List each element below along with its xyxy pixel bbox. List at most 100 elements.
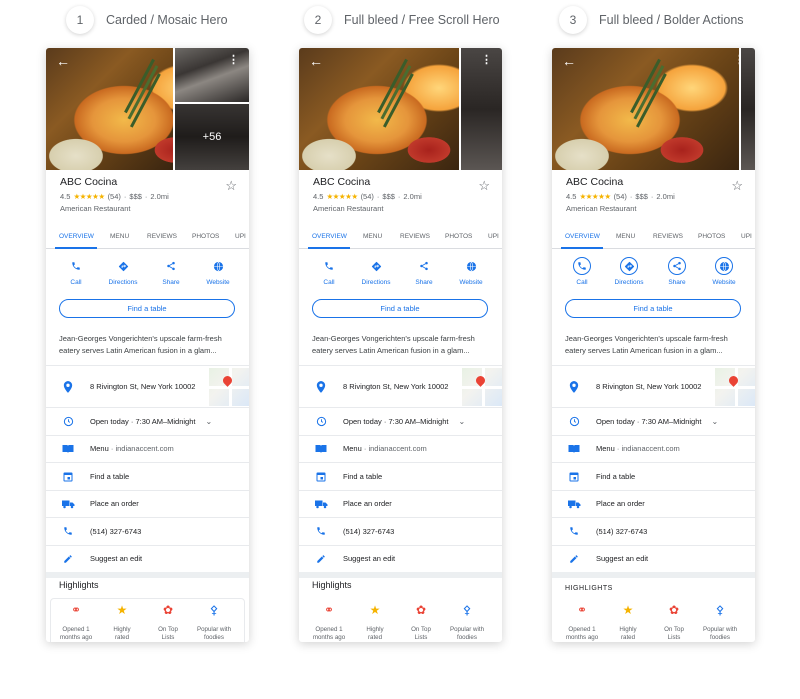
find-table-button[interactable]: Find a table	[312, 299, 488, 318]
tab-menu[interactable]: MENU	[616, 233, 635, 240]
tab-photos[interactable]: PHOTOS	[192, 233, 219, 240]
chevron-down-icon[interactable]: ⌄	[458, 417, 465, 426]
hero-photo[interactable]: ← ⋮	[552, 48, 755, 170]
find-table-button[interactable]: Find a table	[59, 299, 235, 318]
menu-row[interactable]: Menu · indianaccent.com	[46, 434, 249, 463]
phone-row[interactable]: (514) 327-6743	[299, 517, 502, 545]
chevron-down-icon[interactable]: ⌄	[205, 417, 212, 426]
find-table-row[interactable]: Find a table	[46, 462, 249, 490]
address-row[interactable]: 8 Rivington St, New York 10002	[46, 365, 249, 407]
tab-menu[interactable]: MENU	[363, 233, 382, 240]
highlight-item[interactable]: ★ Highly rated	[99, 604, 145, 642]
tab-overview[interactable]: OVERVIEW	[565, 233, 600, 240]
find-table-button[interactable]: Find a table	[565, 299, 741, 318]
main-food-photo[interactable]	[552, 48, 739, 170]
review-count[interactable]: (54)	[614, 192, 627, 201]
action-share[interactable]: Share	[657, 257, 697, 286]
map-thumbnail[interactable]	[715, 368, 755, 406]
suggest-edit-row[interactable]: Suggest an edit	[299, 544, 502, 573]
highlight-item[interactable]: ⚭ Opened 1 months ago	[53, 604, 99, 642]
action-directions[interactable]: Directions	[103, 257, 143, 286]
more-options-icon[interactable]: ⋮	[228, 54, 239, 66]
find-table-row[interactable]: Find a table	[552, 462, 755, 490]
review-count[interactable]: (54)	[361, 192, 374, 201]
highlight-item[interactable]: ⚴ Popular with foodies	[444, 604, 490, 642]
tab-upi[interactable]: UPI	[741, 233, 752, 240]
tab-reviews[interactable]: REVIEWS	[653, 233, 683, 240]
save-star-icon[interactable]: ☆	[731, 178, 743, 194]
more-photos-count[interactable]: +56	[175, 104, 249, 170]
find-table-row[interactable]: Find a table	[299, 462, 502, 490]
place-description[interactable]: Jean-Georges Vongerichten's upscale farm…	[59, 333, 239, 357]
highlight-item[interactable]: ✿ On Top Lists	[145, 603, 191, 642]
tab-upi[interactable]: UPI	[235, 233, 246, 240]
award-ribbon-icon: ✿	[162, 603, 174, 617]
action-website[interactable]: Website	[198, 257, 238, 286]
highlight-item[interactable]: ⚴ Popular with foodies	[191, 604, 237, 642]
back-arrow-icon[interactable]: ←	[56, 54, 70, 68]
suggest-edit-row[interactable]: Suggest an edit	[552, 544, 755, 573]
highlight-item[interactable]: ⚭ Opened 1 months ago	[306, 604, 352, 642]
menu-row[interactable]: Menu · indianaccent.com	[552, 434, 755, 463]
action-website[interactable]: Website	[704, 257, 744, 286]
place-description[interactable]: Jean-Georges Vongerichten's upscale farm…	[312, 333, 492, 357]
action-call[interactable]: Call	[56, 257, 96, 286]
next-photo-peek[interactable]	[741, 48, 755, 170]
review-count[interactable]: (54)	[108, 192, 121, 201]
place-description[interactable]: Jean-Georges Vongerichten's upscale farm…	[565, 333, 745, 357]
menu-row[interactable]: Menu · indianaccent.com	[299, 434, 502, 463]
next-photo-peek[interactable]	[461, 48, 502, 170]
phone-screen: ← ⋮ ABC Cocina 4.5 ★★★★★ (54) · $$$ · 2.0mi Americ…	[552, 48, 755, 642]
address-row[interactable]: 8 Rivington St, New York 10002	[299, 365, 502, 407]
tab-overview[interactable]: OVERVIEW	[312, 233, 347, 240]
more-options-icon[interactable]: ⋮	[734, 54, 745, 66]
hours-row[interactable]: Open today · 7:30 AM–Midnight ⌄	[552, 407, 755, 435]
order-row[interactable]: Place an order	[299, 489, 502, 518]
design-comparison-board: 1 Carded / Mosaic Hero +56 ← ⋮ ABC Cocina 4.5 ★…	[0, 0, 800, 699]
hours-row[interactable]: Open today · 7:30 AM–Midnight ⌄	[46, 407, 249, 435]
highlight-item[interactable]: ✿ On Top Lists	[398, 604, 444, 642]
highlight-item[interactable]: ⚴ Popular with foodies	[697, 604, 743, 642]
menu-url[interactable]: indianaccent.com	[621, 444, 679, 453]
highlight-item[interactable]: ⚭ Opened 1 months ago	[559, 604, 605, 642]
hero-photo[interactable]: +56 ← ⋮	[46, 48, 249, 170]
action-share[interactable]: Share	[404, 257, 444, 286]
menu-url[interactable]: indianaccent.com	[115, 444, 173, 453]
save-star-icon[interactable]: ☆	[478, 178, 490, 194]
back-arrow-icon[interactable]: ←	[562, 54, 576, 68]
map-thumbnail[interactable]	[462, 368, 502, 406]
menu-url[interactable]: indianaccent.com	[368, 444, 426, 453]
back-arrow-icon[interactable]: ←	[309, 54, 323, 68]
phone-row[interactable]: (514) 327-6743	[552, 517, 755, 545]
action-website[interactable]: Website	[451, 257, 491, 286]
order-row[interactable]: Place an order	[46, 489, 249, 518]
highlight-item[interactable]: ✿ On Top Lists	[651, 604, 697, 642]
tab-photos[interactable]: PHOTOS	[445, 233, 472, 240]
mosaic-photo-bottom[interactable]: +56	[175, 104, 249, 170]
action-call[interactable]: Call	[309, 257, 349, 286]
tab-upi[interactable]: UPI	[488, 233, 499, 240]
highlight-item[interactable]: ★ Highly rated	[352, 604, 398, 642]
action-call[interactable]: Call	[562, 257, 602, 286]
globe-icon	[715, 257, 733, 275]
phone-row[interactable]: (514) 327-6743	[46, 517, 249, 545]
highlight-item[interactable]: ★ Highly rated	[605, 604, 651, 642]
suggest-edit-row[interactable]: Suggest an edit	[46, 544, 249, 573]
save-star-icon[interactable]: ☆	[225, 178, 237, 194]
tab-reviews[interactable]: REVIEWS	[400, 233, 430, 240]
action-directions[interactable]: Directions	[609, 257, 649, 286]
main-food-photo[interactable]	[299, 48, 459, 170]
action-share[interactable]: Share	[151, 257, 191, 286]
address-row[interactable]: 8 Rivington St, New York 10002	[552, 365, 755, 407]
tab-overview[interactable]: OVERVIEW	[59, 233, 94, 240]
more-options-icon[interactable]: ⋮	[481, 54, 492, 66]
hours-row[interactable]: Open today · 7:30 AM–Midnight ⌄	[299, 407, 502, 435]
hero-photo[interactable]: ← ⋮	[299, 48, 502, 170]
chevron-down-icon[interactable]: ⌄	[711, 417, 718, 426]
order-row[interactable]: Place an order	[552, 489, 755, 518]
tab-photos[interactable]: PHOTOS	[698, 233, 725, 240]
tab-menu[interactable]: MENU	[110, 233, 129, 240]
tab-reviews[interactable]: REVIEWS	[147, 233, 177, 240]
map-thumbnail[interactable]	[209, 368, 249, 406]
action-directions[interactable]: Directions	[356, 257, 396, 286]
